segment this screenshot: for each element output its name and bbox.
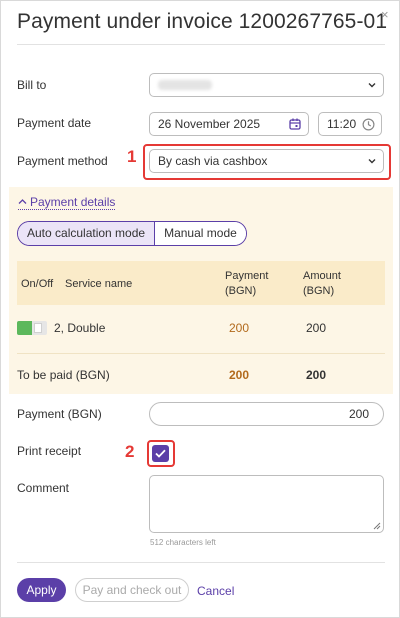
header-service-name: Service name bbox=[65, 278, 133, 290]
comment-chars-left: 512 characters left bbox=[150, 538, 216, 547]
check-icon bbox=[155, 449, 166, 458]
dialog-title: Payment under invoice 1200267765-01 bbox=[17, 10, 388, 33]
payment-date-value: 26 November 2025 bbox=[158, 117, 261, 131]
comment-textarea[interactable] bbox=[149, 475, 384, 533]
chevron-down-icon bbox=[368, 83, 376, 88]
total-payment: 200 bbox=[229, 368, 250, 382]
mode-switch: Auto calculation mode Manual mode bbox=[17, 221, 247, 246]
bill-to-label: Bill to bbox=[17, 78, 47, 92]
resize-handle-icon[interactable] bbox=[373, 522, 381, 530]
comment-label: Comment bbox=[17, 481, 70, 495]
payment-time-value: 11:20 bbox=[327, 117, 357, 131]
header-payment-line1: Payment bbox=[225, 270, 269, 282]
row-divider bbox=[17, 353, 385, 354]
payment-details-toggle[interactable]: Payment details bbox=[18, 195, 116, 210]
payment-method-value: By cash via cashbox bbox=[158, 154, 268, 168]
chevron-up-icon bbox=[18, 199, 27, 204]
header-amount-line1: Amount bbox=[303, 270, 341, 282]
marker-1: 1 bbox=[127, 147, 137, 166]
service-toggle[interactable] bbox=[17, 321, 47, 335]
tab-auto-calculation[interactable]: Auto calculation mode bbox=[18, 222, 156, 245]
payment-date-label: Payment date bbox=[17, 116, 92, 130]
print-receipt-label: Print receipt bbox=[17, 444, 82, 458]
dialog: Payment under invoice 1200267765-01 × Bi… bbox=[0, 0, 400, 618]
service-payment: 200 bbox=[229, 321, 250, 335]
header-onoff: On/Off bbox=[21, 278, 54, 290]
payment-time-input[interactable]: 11:20 bbox=[318, 112, 382, 136]
service-name: 2, Double bbox=[54, 321, 106, 335]
payment-amount-value: 200 bbox=[348, 407, 369, 421]
print-receipt-checkbox[interactable] bbox=[152, 445, 169, 462]
marker-2: 2 bbox=[125, 442, 135, 461]
bill-to-value bbox=[158, 80, 212, 90]
payment-details-label: Payment details bbox=[30, 195, 116, 209]
clock-icon[interactable] bbox=[362, 118, 375, 131]
service-amount: 200 bbox=[306, 321, 327, 335]
payment-date-input[interactable]: 26 November 2025 bbox=[149, 112, 309, 136]
header-payment: Payment (BGN) bbox=[225, 269, 268, 299]
payment-amount-label: Payment (BGN) bbox=[17, 407, 102, 421]
cancel-link[interactable]: Cancel bbox=[197, 584, 234, 598]
chevron-down-icon bbox=[368, 159, 376, 164]
header-payment-line2: (BGN) bbox=[225, 285, 257, 297]
bill-to-select[interactable] bbox=[149, 73, 384, 97]
payment-amount-input[interactable]: 200 bbox=[149, 402, 384, 426]
total-label: To be paid (BGN) bbox=[17, 368, 110, 382]
title-divider bbox=[17, 44, 385, 45]
total-amount: 200 bbox=[306, 368, 327, 382]
tab-manual-mode[interactable]: Manual mode bbox=[155, 222, 246, 245]
payment-method-label: Payment method bbox=[17, 154, 108, 168]
header-amount-line2: (BGN) bbox=[303, 285, 335, 297]
calendar-icon[interactable] bbox=[289, 118, 301, 130]
close-icon[interactable]: × bbox=[381, 7, 389, 22]
pay-and-check-out-button[interactable]: Pay and check out bbox=[75, 578, 189, 602]
header-amount: Amount (BGN) bbox=[303, 269, 341, 299]
payment-method-select[interactable]: By cash via cashbox bbox=[149, 149, 384, 173]
footer-divider bbox=[17, 562, 385, 563]
apply-button[interactable]: Apply bbox=[17, 578, 66, 602]
